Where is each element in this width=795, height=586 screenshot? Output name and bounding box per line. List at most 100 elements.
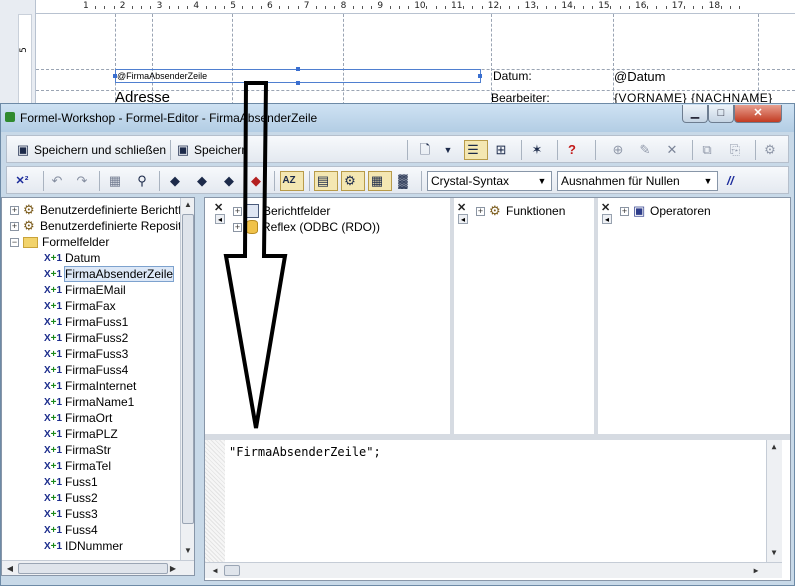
clear-bookmarks-button[interactable]: ◆ [248, 171, 264, 191]
editor-vscroll[interactable]: ▲ ▼ [766, 440, 782, 562]
tree-item[interactable]: X+1 IDNummer [44, 538, 123, 554]
tree-item[interactable]: X+1 Fuss2 [44, 490, 98, 506]
save-button[interactable]: ▣ Speichern [175, 140, 248, 160]
toggle-tree-button[interactable]: ☰ [464, 140, 488, 160]
scroll-up-icon[interactable]: ▲ [768, 440, 780, 454]
formula-editor[interactable]: "FirmaAbsenderZeile"; ▲ ▼ ◀ ▶ [205, 440, 790, 580]
new-tool-button[interactable]: ⊕ [610, 140, 626, 160]
copy-button[interactable]: ⧉ [699, 140, 715, 160]
show-editor-button[interactable]: ▓ [395, 171, 411, 191]
scroll-right-icon[interactable]: ▶ [750, 564, 762, 578]
close-pane-icon[interactable]: ✕ [457, 201, 466, 214]
save-close-button[interactable]: ▣ Speichern und schließen [15, 140, 166, 160]
scroll-left-icon[interactable]: ◀ [209, 564, 221, 578]
maximize-button[interactable]: □ [708, 105, 734, 123]
hscroll-thumb[interactable] [18, 563, 168, 574]
new-dropdown-button[interactable]: ▼ [440, 140, 456, 160]
show-functions-button[interactable]: ⚙ [341, 171, 365, 191]
scroll-down-icon[interactable]: ▼ [182, 544, 194, 558]
close-pane-icon[interactable]: ✕ [214, 201, 223, 214]
tree-item[interactable]: X+1 FirmaStr [44, 442, 111, 458]
tree-item[interactable]: X+1 Fuss3 [44, 506, 98, 522]
scroll-thumb[interactable] [182, 214, 194, 524]
tree-item[interactable]: X+1 FirmaName1 [44, 394, 134, 410]
redo-button[interactable]: ↷ [74, 171, 90, 191]
firma-absender-field[interactable]: @FirmaAbsenderZeile [113, 67, 482, 85]
chevron-down-icon: ▼ [703, 176, 713, 186]
scroll-down-icon[interactable]: ▼ [768, 546, 780, 560]
expand-icon[interactable]: + [10, 221, 19, 231]
tree-item-label: Datum [65, 251, 101, 265]
editor-hscroll[interactable]: ◀ ▶ [205, 562, 782, 578]
bookmark-toggle-button[interactable]: ◆ [167, 171, 183, 191]
pane-tab-icon[interactable]: ◂ [602, 214, 612, 224]
ruler-tick [665, 6, 667, 9]
sort-button[interactable]: AZ [280, 171, 304, 191]
tree-item[interactable]: + ⚙ Benutzerdefinierte Repositor [10, 218, 192, 234]
tree-item[interactable]: + ⚙ Benutzerdefinierte Berichtfun [10, 202, 194, 218]
tree-item[interactable]: X+1 FirmaTel [44, 458, 111, 474]
tree-item[interactable]: X+1 FirmaInternet [44, 378, 136, 394]
tree-item-label: Benutzerdefinierte Repositor [40, 219, 193, 233]
tree-item[interactable]: X+1 FirmaFuss4 [44, 362, 128, 378]
tree-item[interactable]: X+1 FirmaPLZ [44, 426, 118, 442]
expand-icon[interactable]: + [10, 205, 19, 215]
minimize-button[interactable]: ▁ [682, 105, 708, 123]
undo-button[interactable]: ↶ [49, 171, 65, 191]
settings-button[interactable]: ⚙ [762, 140, 778, 160]
expand-icon[interactable]: + [620, 206, 629, 216]
properties-button[interactable]: ⊞ [493, 140, 509, 160]
delete-button[interactable]: ✕ [664, 140, 680, 160]
browse-button[interactable]: ▦ [107, 171, 123, 191]
collapse-icon[interactable]: − [10, 237, 19, 247]
expand-icon[interactable]: + [233, 206, 242, 216]
comment-button[interactable]: // [727, 171, 734, 191]
pane-tab-icon[interactable]: ◂ [215, 214, 225, 224]
fields-tree-item[interactable]: + Berichtfelder [233, 203, 330, 219]
expand-icon[interactable]: + [476, 206, 485, 216]
expand-icon[interactable]: + [233, 222, 242, 232]
tree-item[interactable]: X+1 Datum [44, 250, 100, 266]
paste-button[interactable]: ⎘ [727, 140, 743, 160]
expert-button[interactable]: ✶ [529, 140, 545, 160]
syntax-select[interactable]: Crystal-Syntax ▼ [427, 171, 552, 191]
tree-item[interactable]: X+1 FirmaOrt [44, 410, 112, 426]
show-operators-button[interactable]: ▦ [368, 171, 392, 191]
field-datum[interactable]: @Datum [614, 69, 666, 84]
rename-button[interactable]: ✎ [637, 140, 653, 160]
prev-bookmark-button[interactable]: ◆ [221, 171, 237, 191]
close-pane-icon[interactable]: ✕ [601, 201, 610, 214]
new-button[interactable]: 🗋 [417, 140, 433, 160]
check-syntax-button[interactable]: ✕² [14, 171, 30, 191]
null-handling-select[interactable]: Ausnahmen für Nullen ▼ [557, 171, 718, 191]
tree-item[interactable]: X+1 FirmaFuss3 [44, 346, 128, 362]
scroll-up-icon[interactable]: ▲ [182, 198, 194, 212]
tree-item[interactable]: − Formelfelder [10, 234, 109, 250]
find-button[interactable]: ⚲ [134, 171, 150, 191]
functions-tree-item[interactable]: + ⚙ Funktionen [476, 203, 565, 219]
operators-tree-item[interactable]: + ▣ Operatoren [620, 203, 711, 219]
scroll-right-icon[interactable]: ▶ [167, 562, 179, 575]
toolbar-main: ▣ Speichern und schließen ▣ Speichern 🗋 … [6, 135, 789, 163]
tree-item[interactable]: X+1 Fuss1 [44, 474, 98, 490]
next-bookmark-button[interactable]: ◆ [194, 171, 210, 191]
syntax-select-value: Crystal-Syntax [431, 174, 510, 188]
tree-hscroll[interactable]: ◀ ▶ [2, 560, 194, 575]
formula-code[interactable]: "FirmaAbsenderZeile"; [229, 445, 381, 459]
fields-tree-item[interactable]: + Reflex (ODBC (RDO)) [233, 219, 380, 235]
tree-item[interactable]: X+1 FirmaFuss2 [44, 330, 128, 346]
close-button[interactable]: ✕ [734, 105, 782, 123]
tree-item[interactable]: X+1 FirmaAbsenderZeile [44, 266, 175, 282]
hscroll-thumb[interactable] [224, 565, 240, 576]
tree-item[interactable]: X+1 Fuss4 [44, 522, 98, 538]
tree-item[interactable]: X+1 FirmaFuss1 [44, 314, 128, 330]
help-button[interactable]: ? [564, 140, 580, 160]
show-fields-button[interactable]: ▤ [314, 171, 338, 191]
save-label: Speichern [194, 143, 249, 157]
tree-item[interactable]: X+1 FirmaFax [44, 298, 116, 314]
pane-tab-icon[interactable]: ◂ [458, 214, 468, 224]
ruler-number: 3 [156, 1, 163, 11]
scroll-left-icon[interactable]: ◀ [4, 562, 16, 575]
tree-item[interactable]: X+1 FirmaEMail [44, 282, 126, 298]
tree-vscroll[interactable]: ▲ ▼ [180, 198, 194, 560]
